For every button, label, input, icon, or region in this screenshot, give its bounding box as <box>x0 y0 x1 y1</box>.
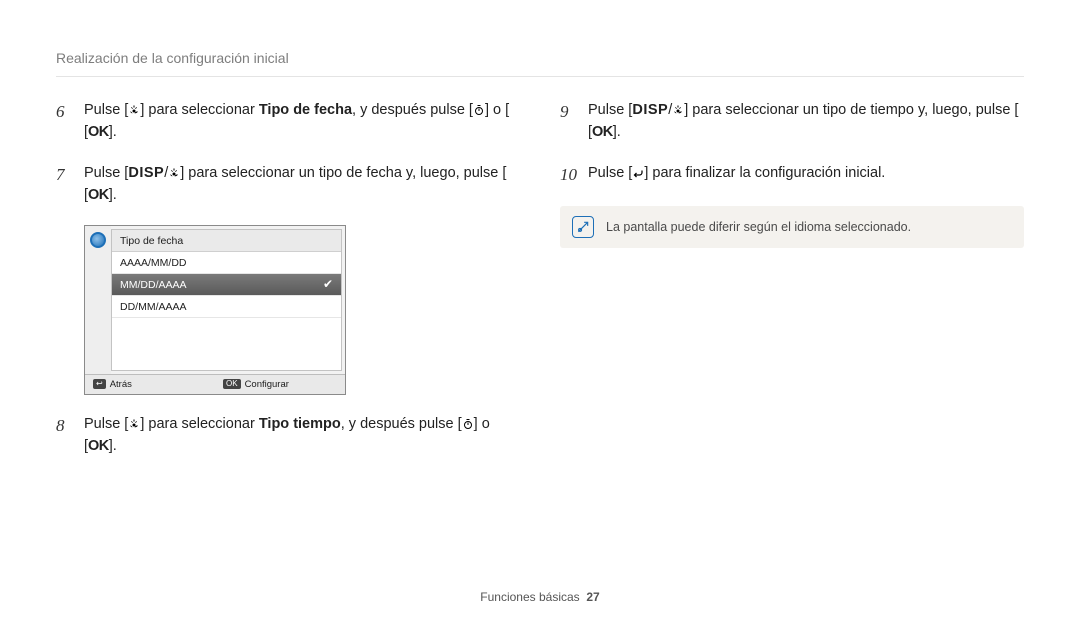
note-callout: La pantalla puede diferir según el idiom… <box>560 206 1024 248</box>
disp-label: DISP <box>128 165 164 181</box>
check-icon: ✔ <box>323 278 333 290</box>
text: ]. <box>613 124 621 140</box>
text: Pulse [ <box>588 165 632 181</box>
return-icon <box>632 167 644 179</box>
step-8: 8 Pulse [ ] para seleccionar Tipo tiempo,… <box>56 413 520 458</box>
content-columns: 6 Pulse [ ] para seleccionar Tipo de fech… <box>56 99 1024 476</box>
macro-icon <box>672 104 684 116</box>
menu-list: Tipo de fecha AAAA/MM/DD MM/DD/AAAA ✔ DD… <box>111 229 342 371</box>
text: ]. <box>109 187 117 203</box>
macro-icon <box>168 167 180 179</box>
timer-icon <box>462 418 474 430</box>
step-9: 9 Pulse [DISP/] para seleccionar un tipo… <box>560 99 1024 144</box>
menu-footer: ↩ Atrás OK Configurar <box>85 374 345 394</box>
text: Pulse [ <box>84 165 128 181</box>
step-number: 10 <box>560 162 578 188</box>
text: , y después pulse [ <box>352 102 473 118</box>
back-button[interactable]: ↩ Atrás <box>85 375 215 394</box>
device-menu: Tipo de fecha AAAA/MM/DD MM/DD/AAAA ✔ DD… <box>84 225 346 395</box>
text: ]. <box>109 438 117 454</box>
left-column: 6 Pulse [ ] para seleccionar Tipo de fech… <box>56 99 520 476</box>
ok-label: OK <box>88 438 109 454</box>
macro-icon <box>128 104 140 116</box>
back-label: Atrás <box>110 379 132 390</box>
step-number: 9 <box>560 99 578 144</box>
settings-tab-icon <box>90 232 106 248</box>
step-number: 6 <box>56 99 74 144</box>
text: ] o [ <box>485 102 509 118</box>
ok-label: OK <box>592 124 613 140</box>
text: Pulse [ <box>588 102 632 118</box>
right-column: 9 Pulse [DISP/] para seleccionar un tipo… <box>560 99 1024 476</box>
step-7: 7 Pulse [DISP/] para seleccionar un tipo… <box>56 162 520 207</box>
macro-icon <box>128 418 140 430</box>
text: ] para seleccionar un tipo de tiempo y, … <box>684 102 1018 118</box>
disp-label: DISP <box>632 102 668 118</box>
text: ]. <box>109 124 117 140</box>
text: ] para seleccionar <box>140 416 258 432</box>
step-body: Pulse [ ] para finalizar la configuración… <box>588 162 1024 188</box>
note-text: La pantalla puede diferir según el idiom… <box>606 220 911 234</box>
menu-option[interactable]: AAAA/MM/DD <box>112 252 341 274</box>
step-number: 8 <box>56 413 74 458</box>
text: ] para seleccionar <box>140 102 258 118</box>
page-footer: Funciones básicas 27 <box>0 590 1080 604</box>
menu-option[interactable]: DD/MM/AAAA <box>112 296 341 318</box>
step-body: Pulse [DISP/] para seleccionar un tipo d… <box>588 99 1024 144</box>
menu-option-selected[interactable]: MM/DD/AAAA ✔ <box>112 274 341 296</box>
timer-icon <box>473 104 485 116</box>
step-10: 10 Pulse [ ] para finalizar la configurac… <box>560 162 1024 188</box>
footer-page: 27 <box>586 590 599 604</box>
set-label: Configurar <box>245 379 289 390</box>
ok-label: OK <box>88 187 109 203</box>
text: , y después pulse [ <box>341 416 462 432</box>
menu-option-label: MM/DD/AAAA <box>120 279 187 291</box>
section-title: Realización de la configuración inicial <box>56 50 1024 77</box>
step-number: 7 <box>56 162 74 207</box>
bold-text: Tipo de fecha <box>259 102 352 118</box>
bold-text: Tipo tiempo <box>259 416 341 432</box>
step-body: Pulse [DISP/] para seleccionar un tipo d… <box>84 162 520 207</box>
step-6: 6 Pulse [ ] para seleccionar Tipo de fech… <box>56 99 520 144</box>
text: ] para finalizar la configuración inicia… <box>644 165 885 181</box>
text: ] para seleccionar un tipo de fecha y, l… <box>180 165 506 181</box>
text: Pulse [ <box>84 416 128 432</box>
set-button[interactable]: OK Configurar <box>215 375 345 394</box>
step-body: Pulse [ ] para seleccionar Tipo tiempo, y… <box>84 413 520 458</box>
ok-key-icon: OK <box>223 379 241 389</box>
menu-top: Tipo de fecha AAAA/MM/DD MM/DD/AAAA ✔ DD… <box>85 226 345 374</box>
footer-section: Funciones básicas <box>480 590 579 604</box>
text: Pulse [ <box>84 102 128 118</box>
menu-header: Tipo de fecha <box>112 230 341 252</box>
back-key-icon: ↩ <box>93 379 106 389</box>
menu-blank <box>112 318 341 370</box>
step-body: Pulse [ ] para seleccionar Tipo de fecha,… <box>84 99 520 144</box>
menu-tab-column <box>85 226 111 374</box>
ok-label: OK <box>88 124 109 140</box>
note-icon <box>572 216 594 238</box>
